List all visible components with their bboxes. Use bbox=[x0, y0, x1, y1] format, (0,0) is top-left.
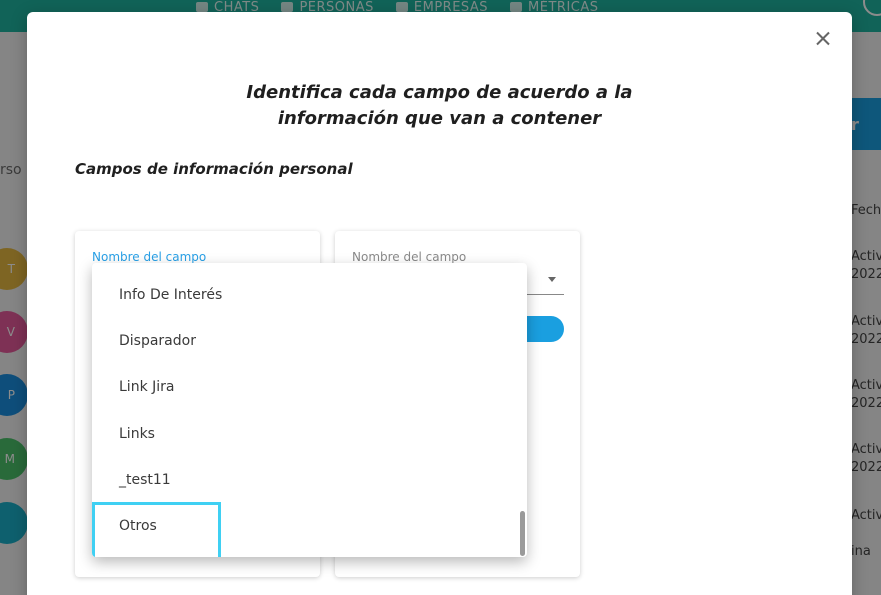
chevron-down-icon[interactable] bbox=[548, 277, 556, 282]
dropdown-option[interactable]: Info De Interés bbox=[92, 272, 512, 318]
dropdown-scrollbar[interactable] bbox=[520, 511, 525, 556]
dropdown-option[interactable]: Disparador bbox=[92, 318, 512, 364]
field-name-label: Nombre del campo bbox=[92, 250, 207, 264]
field-name-label: Nombre del campo bbox=[352, 250, 467, 264]
modal-title: Identifica cada campo de acuerdo a la in… bbox=[246, 82, 633, 129]
dropdown-option[interactable]: Link Jira bbox=[92, 364, 512, 410]
close-icon[interactable] bbox=[812, 28, 834, 50]
dropdown-option[interactable]: _test11 bbox=[92, 457, 512, 503]
dropdown-option-otros[interactable]: Otros bbox=[92, 502, 512, 557]
dropdown-option[interactable]: Links bbox=[92, 411, 512, 457]
section-title: Campos de información personal bbox=[75, 160, 353, 178]
field-type-dropdown: Info De Interés Disparador Link Jira Lin… bbox=[92, 263, 527, 557]
